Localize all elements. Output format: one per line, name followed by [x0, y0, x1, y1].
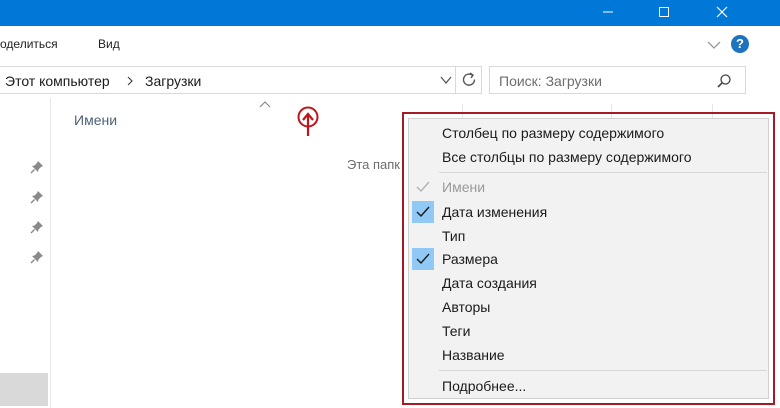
- menu-item-more-columns[interactable]: Подробнее...: [409, 375, 768, 397]
- search-icon[interactable]: [716, 73, 732, 89]
- menu-item-label: Авторы: [442, 299, 491, 315]
- sort-up-icon: [259, 101, 271, 108]
- maximize-button[interactable]: [642, 0, 688, 26]
- menu-item-column-authors[interactable]: Авторы: [409, 296, 768, 318]
- tab-share[interactable]: оделиться: [0, 37, 58, 51]
- menu-item-size-all-columns-to-fit[interactable]: Все столбцы по размеру содержимого: [409, 146, 768, 168]
- menu-item-column-date-created[interactable]: Дата создания: [409, 272, 768, 294]
- breadcrumb-separator-icon: [127, 76, 133, 86]
- check-highlight: [412, 201, 434, 223]
- check-icon: [416, 206, 430, 218]
- right-click-marker-icon: [297, 106, 319, 136]
- address-bar[interactable]: Этот компьютер Загрузки: [0, 66, 482, 94]
- minimize-icon: [603, 11, 613, 13]
- tab-view[interactable]: Вид: [98, 37, 120, 51]
- pin-icon[interactable]: [30, 220, 44, 234]
- check-icon: [416, 253, 430, 265]
- menu-item-label: Все столбцы по размеру содержимого: [442, 149, 692, 165]
- search-box[interactable]: Поиск: Загрузки: [489, 66, 746, 94]
- title-bar: [0, 0, 780, 26]
- menu-item-label: Теги: [442, 323, 471, 339]
- nav-selected-item[interactable]: [0, 373, 48, 406]
- menu-separator: [439, 172, 767, 173]
- menu-item-label: Тип: [442, 228, 466, 244]
- pin-icon[interactable]: [30, 250, 44, 264]
- chevron-down-icon[interactable]: [707, 40, 721, 50]
- menu-item-column-title[interactable]: Название: [409, 344, 768, 366]
- breadcrumb-downloads[interactable]: Загрузки: [145, 73, 201, 89]
- menu-item-label: Дата создания: [442, 275, 537, 291]
- menu-item-label: Дата изменения: [442, 204, 548, 220]
- menu-item-column-type[interactable]: Тип: [409, 225, 768, 247]
- empty-folder-message: Эта папк: [347, 157, 400, 172]
- check-icon: [416, 181, 430, 193]
- help-icon[interactable]: ?: [731, 35, 749, 53]
- menu-item-label: Название: [442, 347, 505, 363]
- menu-item-label: Имени: [442, 179, 486, 195]
- column-header-name[interactable]: Имени: [74, 112, 117, 128]
- menu-item-column-date-modified[interactable]: Дата изменения: [409, 201, 768, 223]
- menu-item-column-size[interactable]: Размера: [409, 248, 768, 270]
- menu-item-column-name: Имени: [409, 176, 768, 198]
- pin-icon[interactable]: [30, 190, 44, 204]
- navigation-pane: [0, 98, 51, 408]
- menu-separator: [439, 370, 767, 371]
- ribbon: оделиться Вид: [0, 26, 780, 62]
- menu-item-size-column-to-fit[interactable]: Столбец по размеру содержимого: [409, 122, 768, 144]
- search-input[interactable]: Поиск: Загрузки: [499, 73, 602, 89]
- refresh-icon: [462, 72, 476, 86]
- refresh-button[interactable]: [455, 66, 482, 94]
- menu-item-column-tags[interactable]: Теги: [409, 320, 768, 342]
- close-icon: [716, 6, 728, 18]
- address-history-chevron-icon[interactable]: [440, 76, 452, 85]
- menu-item-label: Подробнее...: [442, 378, 527, 394]
- minimize-button[interactable]: [586, 0, 632, 26]
- pin-icon[interactable]: [30, 160, 44, 174]
- maximize-icon: [659, 7, 669, 17]
- check-highlight: [412, 248, 434, 270]
- column-context-menu: Столбец по размеру содержимого Все столб…: [408, 118, 769, 399]
- menu-item-label: Размера: [442, 251, 498, 267]
- breadcrumb-this-pc[interactable]: Этот компьютер: [5, 73, 110, 89]
- menu-item-label: Столбец по размеру содержимого: [442, 125, 665, 141]
- close-button[interactable]: [700, 0, 746, 26]
